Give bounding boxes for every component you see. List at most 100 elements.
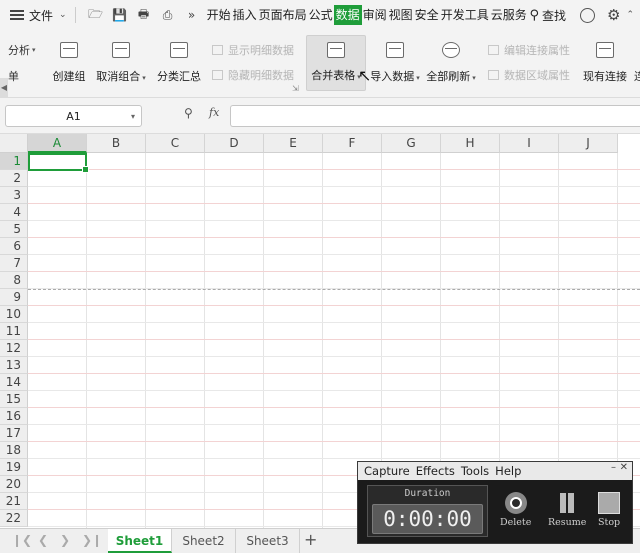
tab-7[interactable]: 安全 xyxy=(414,5,440,25)
row-header-15[interactable]: 15 xyxy=(0,391,28,408)
minimize-icon[interactable]: – xyxy=(611,462,616,473)
row-header-20[interactable]: 20 xyxy=(0,476,28,493)
select-all-corner[interactable] xyxy=(0,134,28,153)
hide-detail-label: 隐藏明细数据 xyxy=(228,69,294,82)
row-header-1[interactable]: 1 xyxy=(0,153,28,170)
capture-menu-effects[interactable]: Effects xyxy=(416,464,455,478)
zoom-icon[interactable]: ⚲ xyxy=(184,106,193,120)
subtotal-button[interactable]: 分类汇总 xyxy=(155,30,203,84)
tab-6[interactable]: 视图 xyxy=(388,5,414,25)
row-header-2[interactable]: 2 xyxy=(0,170,28,187)
more-quick-access-icon[interactable]: » xyxy=(180,4,204,26)
ribbon-partial-right[interactable]: 连 xyxy=(634,68,640,84)
refresh-icon xyxy=(442,42,460,58)
gridline-horizontal xyxy=(28,373,640,374)
column-header-i[interactable]: I xyxy=(500,134,559,153)
resume-label: Resume xyxy=(548,517,587,528)
collapse-ribbon-icon[interactable]: ⌃ xyxy=(626,10,634,20)
resume-button[interactable]: Resume xyxy=(548,492,586,528)
row-header-18[interactable]: 18 xyxy=(0,442,28,459)
tab-2[interactable]: 页面布局 xyxy=(258,5,308,25)
column-header-c[interactable]: C xyxy=(146,134,205,153)
column-header-h[interactable]: H xyxy=(441,134,500,153)
name-box[interactable]: A1 ▾ xyxy=(5,105,142,127)
column-header-e[interactable]: E xyxy=(264,134,323,153)
row-header-8[interactable]: 8 xyxy=(0,272,28,289)
add-sheet-button[interactable]: + xyxy=(304,530,317,549)
tab-3[interactable]: 公式 xyxy=(308,5,334,25)
tab-8[interactable]: 开发工具 xyxy=(440,5,490,25)
sheet-tab-1[interactable]: Sheet1 xyxy=(108,529,172,553)
row-header-3[interactable]: 3 xyxy=(0,187,28,204)
column-header-f[interactable]: F xyxy=(323,134,382,153)
save-icon[interactable]: 💾 xyxy=(108,4,132,26)
next-sheet-icon[interactable]: ❯ xyxy=(60,533,70,547)
capture-menu-capture[interactable]: Capture xyxy=(364,464,410,478)
tab-1[interactable]: 插入 xyxy=(232,5,258,25)
group-expand-icon[interactable]: ⇲ xyxy=(292,84,299,93)
stop-icon xyxy=(598,492,621,514)
first-sheet-icon[interactable]: ❙❮ xyxy=(12,533,32,547)
capture-menu-help[interactable]: Help xyxy=(495,464,521,478)
edit-links-button[interactable]: 编辑连接属性 xyxy=(488,42,570,58)
delete-button[interactable]: Delete xyxy=(500,492,531,528)
tab-0[interactable]: 开始 xyxy=(206,5,232,25)
row-header-16[interactable]: 16 xyxy=(0,408,28,425)
formula-input[interactable] xyxy=(230,105,640,127)
tab-9[interactable]: 云服务 xyxy=(490,5,528,25)
insert-function-icon[interactable]: fx xyxy=(209,106,219,119)
hide-detail-button[interactable]: 隐藏明细数据 xyxy=(212,67,294,83)
print-icon[interactable]: ⎙ xyxy=(156,4,180,26)
prev-sheet-icon[interactable]: ❮ xyxy=(38,533,48,547)
row-header-12[interactable]: 12 xyxy=(0,340,28,357)
row-header-14[interactable]: 14 xyxy=(0,374,28,391)
merge-sheets-button[interactable]: 合并表格 ▾ xyxy=(306,35,366,91)
ribbon-scroll-left-icon[interactable]: ◀ xyxy=(0,78,8,98)
capture-menu-tools[interactable]: Tools xyxy=(461,464,489,478)
row-header-5[interactable]: 5 xyxy=(0,221,28,238)
feedback-icon[interactable] xyxy=(580,7,595,23)
column-header-j[interactable]: J xyxy=(559,134,618,153)
create-group-button[interactable]: 创建组 xyxy=(50,30,88,84)
column-header-g[interactable]: G xyxy=(382,134,441,153)
name-box-dropdown-icon[interactable]: ▾ xyxy=(131,112,135,121)
tab-4[interactable]: 数据 xyxy=(333,5,362,25)
active-cell-a1[interactable] xyxy=(28,153,89,173)
row-header-17[interactable]: 17 xyxy=(0,425,28,442)
row-header-11[interactable]: 11 xyxy=(0,323,28,340)
row-header-6[interactable]: 6 xyxy=(0,238,28,255)
ungroup-button[interactable]: 取消组合 ▾ xyxy=(94,30,148,84)
stop-button[interactable]: Stop xyxy=(598,492,620,528)
row-header-10[interactable]: 10 xyxy=(0,306,28,323)
tab-5[interactable]: 审阅 xyxy=(362,5,388,25)
import-data-button[interactable]: 导入数据 ▾ xyxy=(370,30,420,84)
file-menu[interactable]: 文件 xyxy=(29,7,53,24)
row-header-13[interactable]: 13 xyxy=(0,357,28,374)
row-header-19[interactable]: 19 xyxy=(0,459,28,476)
gear-icon[interactable]: ⚙ xyxy=(607,6,620,24)
refresh-all-button[interactable]: 全部刷新 ▾ xyxy=(424,30,478,84)
sheet-tab-2[interactable]: Sheet2 xyxy=(172,529,236,553)
print-preview-icon[interactable]: 🖶 xyxy=(132,4,156,26)
chevron-down-icon[interactable]: ⌄ xyxy=(59,10,67,20)
row-header-7[interactable]: 7 xyxy=(0,255,28,272)
open-folder-icon[interactable]: 🗁 xyxy=(84,4,108,26)
row-header-22[interactable]: 22 xyxy=(0,510,28,527)
last-sheet-icon[interactable]: ❯❙ xyxy=(82,533,102,547)
show-detail-button[interactable]: 显示明细数据 xyxy=(212,42,294,58)
search-button[interactable]: ⚲ 查找 xyxy=(526,7,566,24)
hamburger-menu-icon[interactable] xyxy=(10,10,24,20)
sheet-tab-3[interactable]: Sheet3 xyxy=(236,529,300,553)
column-header-a[interactable]: A xyxy=(28,134,87,153)
data-range-props-button[interactable]: 数据区域属性 xyxy=(488,67,570,83)
close-icon[interactable]: ✕ xyxy=(620,462,628,473)
row-header-9[interactable]: 9 xyxy=(0,289,28,306)
existing-connections-button[interactable]: 现有连接 xyxy=(580,30,630,84)
ribbon-partial-analysis[interactable]: 分析 ▾ xyxy=(8,42,36,58)
page-break-line xyxy=(28,289,640,290)
column-header-b[interactable]: B xyxy=(87,134,146,153)
ribbon-partial-left[interactable]: 单 xyxy=(8,68,19,84)
row-header-4[interactable]: 4 xyxy=(0,204,28,221)
row-header-21[interactable]: 21 xyxy=(0,493,28,510)
column-header-d[interactable]: D xyxy=(205,134,264,153)
